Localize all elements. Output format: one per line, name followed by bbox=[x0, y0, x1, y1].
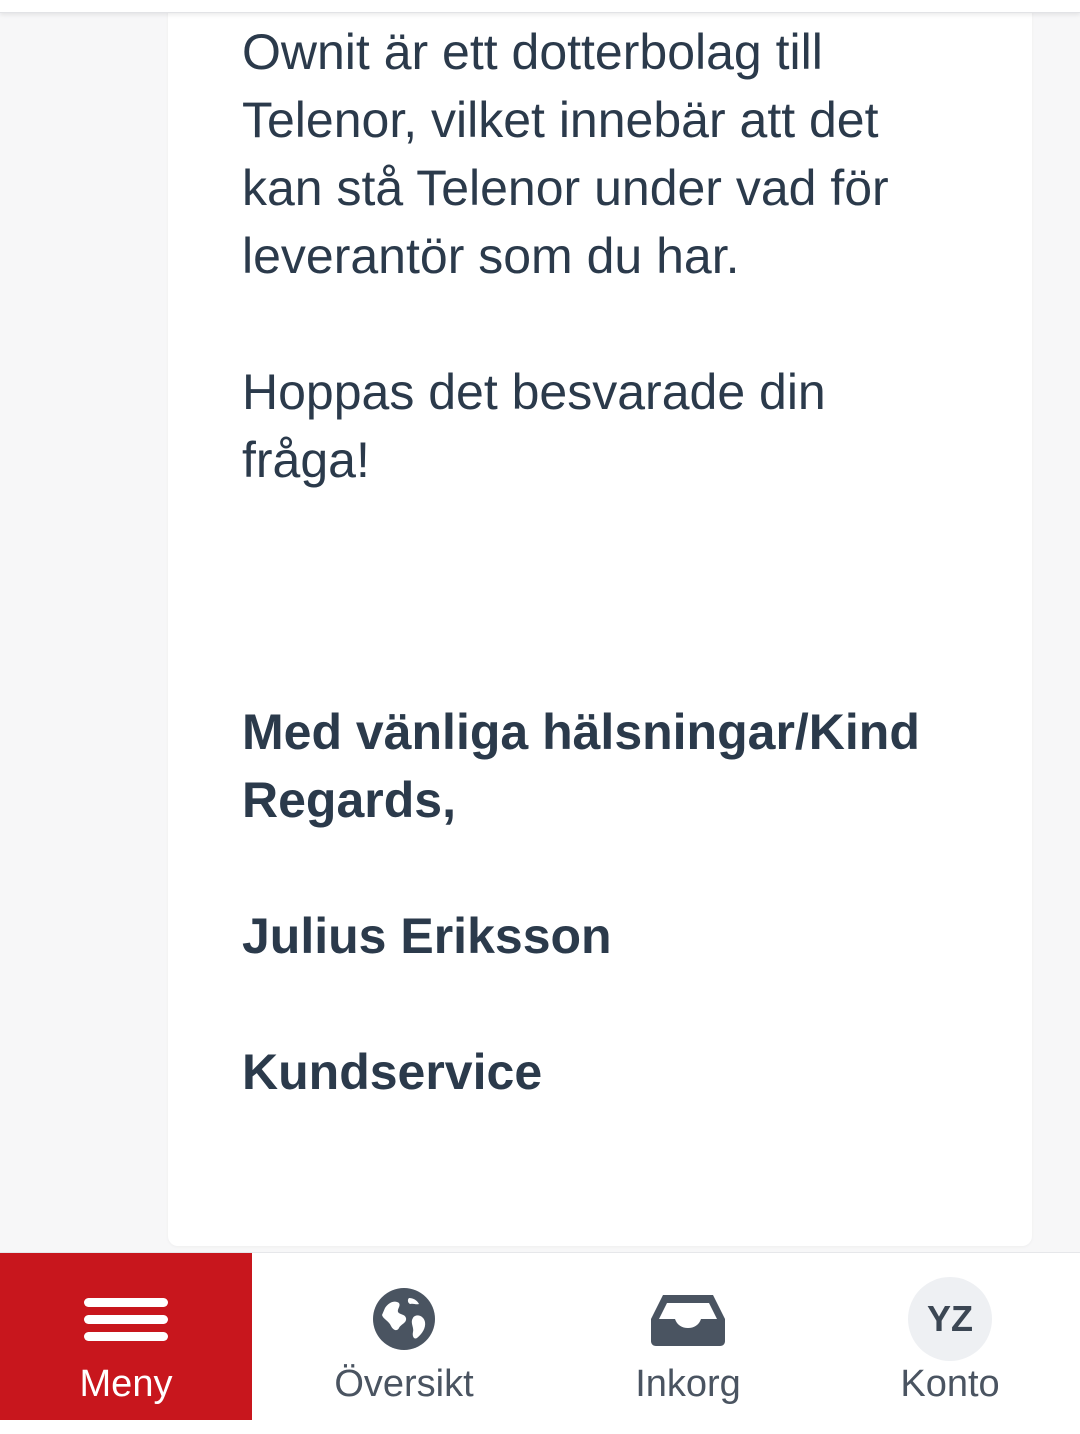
message-paragraph: Ownit är ett dotterbolag till Telenor, v… bbox=[242, 24, 889, 284]
globe-icon bbox=[354, 1277, 454, 1361]
nav-account-label: Konto bbox=[900, 1363, 1000, 1405]
hamburger-menu-icon bbox=[76, 1277, 176, 1361]
message-body: Ownit är ett dotterbolag till Telenor, v… bbox=[242, 18, 1002, 1100]
nav-account-button[interactable]: YZ Konto bbox=[820, 1253, 1080, 1421]
nav-menu-button[interactable]: Meny bbox=[0, 1253, 252, 1421]
nav-menu-label: Meny bbox=[79, 1363, 173, 1405]
nav-inbox-label: Inkorg bbox=[635, 1363, 741, 1405]
message-paragraph: Hoppas det besvarade din fråga! bbox=[242, 364, 826, 488]
account-avatar: YZ bbox=[900, 1277, 1000, 1361]
signature-greeting: Med vänliga hälsningar/Kind Regards, bbox=[242, 704, 920, 828]
nav-overview-button[interactable]: Översikt bbox=[252, 1253, 556, 1421]
top-bar bbox=[0, 0, 1080, 13]
nav-inbox-button[interactable]: Inkorg bbox=[556, 1253, 820, 1421]
signature-department: Kundservice bbox=[242, 1044, 543, 1100]
bottom-edge bbox=[0, 1420, 1080, 1434]
inbox-tray-icon bbox=[638, 1277, 738, 1361]
signature-name: Julius Eriksson bbox=[242, 908, 612, 964]
avatar-initials: YZ bbox=[908, 1277, 992, 1361]
bottom-navigation: Meny Översikt Inkorg YZ Konto bbox=[0, 1252, 1080, 1421]
nav-overview-label: Översikt bbox=[334, 1363, 474, 1405]
